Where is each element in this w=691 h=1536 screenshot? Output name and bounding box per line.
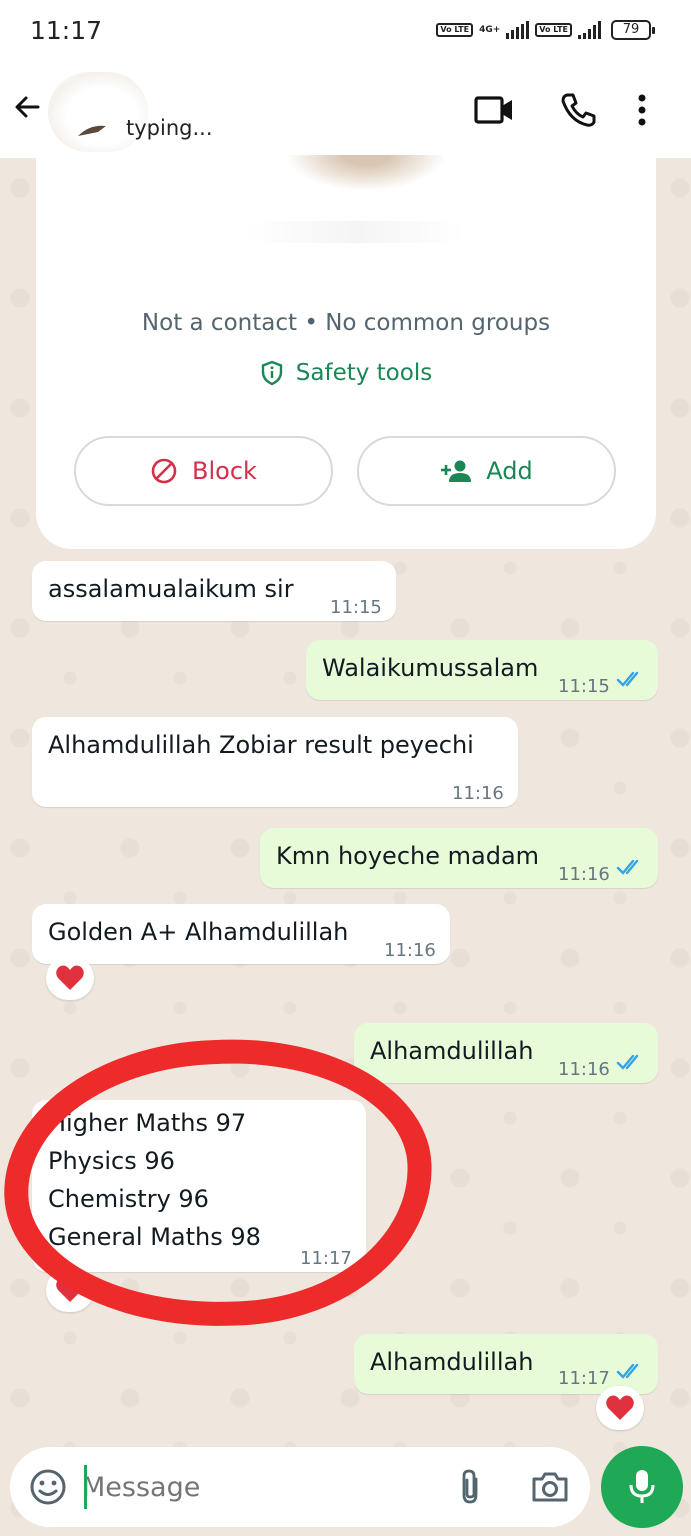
more-options-icon[interactable] (632, 92, 652, 128)
block-icon (151, 458, 177, 484)
message-text: assalamualaikum sir (48, 575, 294, 603)
message-text: Walaikumussalam (322, 654, 539, 682)
message-outgoing[interactable]: Walaikumussalam 11:15 (306, 640, 658, 700)
contact-meta: Not a contact • No common groups (141, 310, 551, 336)
signal-strength-icon (506, 21, 530, 39)
message-time: 11:16 (452, 783, 504, 804)
message-time: 11:16 (384, 940, 436, 961)
read-receipt-icon (616, 1054, 639, 1070)
battery-level: 79 (611, 20, 655, 40)
message-outgoing[interactable]: Alhamdulillah 11:17 (354, 1334, 658, 1394)
profile-name (246, 221, 466, 243)
video-call-icon[interactable] (474, 92, 514, 128)
camera-icon[interactable] (530, 1467, 570, 1507)
block-button[interactable]: Block (74, 436, 333, 506)
status-time: 11:17 (30, 16, 103, 45)
message-outgoing[interactable]: Kmn hoyeche madam 11:16 (260, 828, 658, 888)
network-type-label: 4G+ (479, 24, 501, 35)
message-time: 11:16 (558, 864, 610, 885)
message-time: 11:16 (558, 1059, 610, 1080)
text-cursor (84, 1465, 87, 1509)
message-time: 11:15 (330, 597, 382, 618)
volte-icon-2: Vo LTE (535, 23, 572, 37)
microphone-button[interactable] (601, 1446, 683, 1528)
message-incoming[interactable]: assalamualaikum sir 11:15 (32, 561, 396, 621)
safety-tools-link[interactable]: Safety tools (36, 360, 656, 386)
status-bar: 11:17 Vo LTE 4G+ Vo LTE 79 (0, 0, 691, 66)
message-text: Alhamdulillah (370, 1037, 534, 1065)
contact-info-card: Not a contact • No common groups Safety … (36, 155, 656, 549)
back-arrow-icon[interactable] (12, 92, 42, 122)
message-text: Kmn hoyeche madam (276, 842, 540, 870)
avatar-fragment (78, 125, 106, 136)
heart-icon (606, 1395, 634, 1420)
message-time: 11:15 (558, 676, 610, 697)
read-receipt-icon (616, 859, 639, 875)
message-text: Alhamdulillah Zobiar result peyechi (48, 731, 474, 759)
add-contact-button[interactable]: Add (357, 436, 616, 506)
profile-photo (286, 155, 446, 191)
paperclip-icon[interactable] (456, 1467, 486, 1507)
volte-icon: Vo LTE (436, 23, 474, 37)
message-text: Alhamdulillah (370, 1348, 534, 1376)
message-incoming[interactable]: Alhamdulillah Zobiar result peyechi 11:1… (32, 717, 518, 807)
heart-icon (56, 965, 84, 990)
heart-reaction[interactable] (46, 956, 94, 1000)
emoji-icon[interactable] (28, 1467, 68, 1507)
message-incoming[interactable]: Golden A+ Alhamdulillah 11:16 (32, 904, 450, 964)
signal-strength-icon-2 (578, 21, 601, 39)
contact-status: typing... (126, 116, 213, 140)
message-input[interactable] (82, 1465, 442, 1509)
read-receipt-icon (616, 671, 639, 687)
read-receipt-icon (616, 1363, 639, 1379)
message-text: Golden A+ Alhamdulillah (48, 918, 349, 946)
message-outgoing[interactable]: Alhamdulillah 11:16 (354, 1023, 658, 1083)
add-label: Add (486, 457, 533, 485)
chat-header: typing... (0, 66, 691, 158)
safety-tools-label: Safety tools (295, 360, 433, 386)
message-composer (10, 1447, 590, 1527)
heart-reaction[interactable] (596, 1386, 644, 1430)
shield-info-icon (261, 360, 282, 386)
contact-avatar[interactable] (48, 72, 148, 152)
status-icons: Vo LTE 4G+ Vo LTE 79 (436, 20, 655, 40)
voice-call-icon[interactable] (558, 92, 598, 128)
add-person-icon (441, 460, 472, 482)
block-label: Block (192, 457, 257, 485)
microphone-icon (629, 1470, 655, 1503)
